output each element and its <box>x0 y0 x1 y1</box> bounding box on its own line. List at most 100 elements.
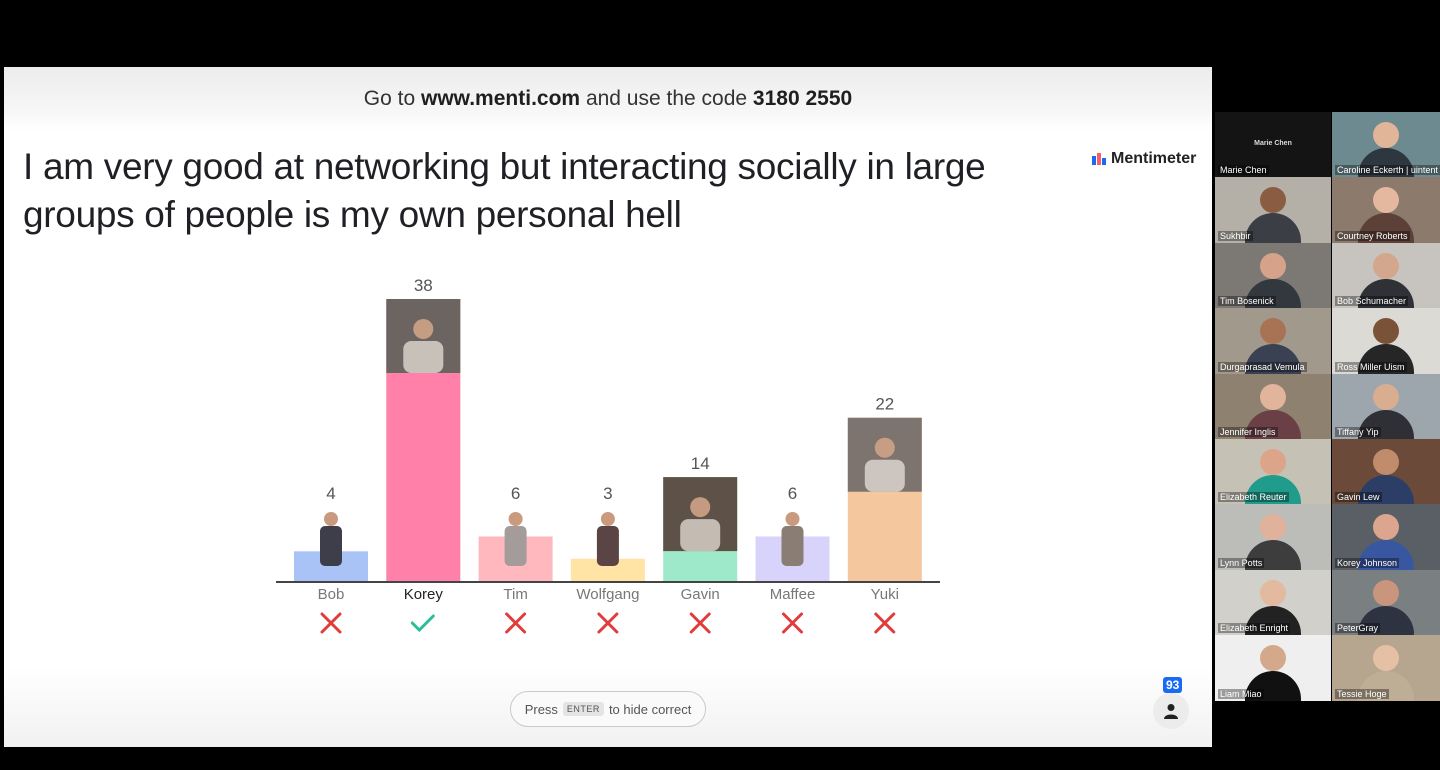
video-tile-name: Gavin Lew <box>1335 492 1382 503</box>
video-tile-name: Courtney Roberts <box>1335 230 1410 241</box>
video-tile[interactable]: Ross Miller Uism <box>1332 308 1440 374</box>
photo-figure-head <box>324 512 338 526</box>
incorrect-x-icon <box>505 612 527 634</box>
participant-face <box>1373 122 1399 148</box>
participant-face <box>1373 579 1399 606</box>
video-tile-name: Elizabeth Enright <box>1218 623 1291 634</box>
incorrect-x-icon <box>597 612 619 634</box>
video-tile[interactable]: Tessie Hoge <box>1332 635 1440 701</box>
video-tile[interactable]: Durgaprasad Vemula <box>1215 308 1331 374</box>
video-tile-name: Liam Miao <box>1218 688 1264 699</box>
category-label: Wolfgang <box>576 586 639 603</box>
video-tile-name: Durgaprasad Vemula <box>1218 361 1307 372</box>
video-tile-name: Korey Johnson <box>1335 557 1400 568</box>
enter-key: ENTER <box>562 702 604 716</box>
bar-value-label: 38 <box>414 276 433 295</box>
bar-value-label: 3 <box>603 484 612 503</box>
participant-face <box>1260 579 1286 606</box>
category-label: Yuki <box>871 586 899 603</box>
video-tile-name: Tessie Hoge <box>1335 688 1389 699</box>
video-tile[interactable]: Tiffany Yip <box>1332 373 1440 439</box>
participant-face <box>1373 252 1399 279</box>
category-label: Gavin <box>681 586 720 603</box>
photo-figure-body <box>864 459 905 492</box>
incorrect-x-icon <box>689 612 711 634</box>
video-tile[interactable]: Lynn Potts <box>1215 504 1331 570</box>
participants-widget[interactable]: 93 <box>1152 675 1192 729</box>
video-tile[interactable]: Elizabeth Enright <box>1215 569 1331 636</box>
video-tile-name: PeterGray <box>1335 623 1381 634</box>
incorrect-x-icon <box>782 612 803 634</box>
photo-figure-body <box>403 341 444 373</box>
video-tile-placeholder-name: Marie Chen <box>1254 140 1292 147</box>
video-tile-name: Elizabeth Reuter <box>1218 492 1289 503</box>
video-tile[interactable]: Bob Schumacher <box>1332 242 1440 309</box>
participant-face <box>1373 318 1399 345</box>
bar-value-label: 6 <box>788 484 797 503</box>
video-tile-name: Jennifer Inglis <box>1218 426 1278 437</box>
hint-press: Press <box>524 701 558 717</box>
video-tile-name: Sukhbir <box>1218 230 1253 241</box>
incorrect-x-icon <box>874 612 896 634</box>
participant-face <box>1373 383 1399 410</box>
video-tile-name: Bob Schumacher <box>1335 296 1409 307</box>
video-tile-name: Tiffany Yip <box>1335 426 1381 437</box>
video-tile[interactable]: Caroline Eckerth | uintent <box>1332 112 1440 178</box>
video-tile[interactable]: Marie Chen Marie Chen <box>1215 112 1331 178</box>
video-tile[interactable]: Korey Johnson <box>1332 504 1440 570</box>
video-participant-grid: Marie Chen Marie Chen Caroline Eckerth | u… <box>1215 112 1440 702</box>
participant-face <box>1260 448 1286 475</box>
photo-figure-head <box>508 512 523 526</box>
video-tile-name: Ross Miller Uism <box>1335 361 1407 372</box>
category-label: Tim <box>503 586 527 603</box>
category-label: Bob <box>318 586 345 603</box>
participant-face <box>1260 318 1286 345</box>
video-tile[interactable]: Sukhbir <box>1215 177 1331 243</box>
participant-face <box>1373 645 1399 672</box>
participant-face <box>1260 383 1286 410</box>
participant-face <box>1260 645 1286 672</box>
participant-face <box>1373 448 1399 475</box>
participant-count-badge: 93 <box>1163 677 1183 693</box>
category-label: Korey <box>404 586 444 603</box>
photo-figure-head <box>690 497 711 518</box>
photo-figure-head <box>413 319 434 339</box>
participant-face <box>1373 187 1399 214</box>
photo-figure-body <box>781 526 804 566</box>
video-tile[interactable]: Elizabeth Reuter <box>1215 438 1331 505</box>
participant-torso <box>1245 213 1301 243</box>
photo-figure-head <box>874 437 895 458</box>
photo-figure-body <box>596 526 619 566</box>
video-tile[interactable]: Tim Bosenick <box>1215 242 1331 309</box>
video-tile-name: Caroline Eckerth | uintent <box>1335 165 1440 176</box>
video-tile[interactable]: Jennifer Inglis <box>1215 373 1331 439</box>
photo-figure-body <box>320 526 342 566</box>
person-icon <box>1164 704 1178 719</box>
incorrect-x-icon <box>320 612 342 634</box>
photo-figure-head <box>600 512 615 526</box>
photo-figure-body <box>504 526 527 566</box>
category-label: Maffee <box>770 586 816 603</box>
results-bar-chart: 4 Bob 38 Korey 6 Tim 3 Wolfgang 14 Gavin 6 Maffee 22… <box>276 276 940 634</box>
participant-face <box>1260 187 1286 214</box>
photo-figure-body <box>680 519 721 552</box>
presentation-slide: Go to www.menti.com and use the code 318… <box>4 67 1212 747</box>
video-tile-name: Lynn Potts <box>1218 557 1265 568</box>
participant-face <box>1260 252 1286 279</box>
participant-face <box>1373 514 1399 541</box>
correct-check-icon <box>410 614 435 633</box>
video-tile[interactable]: Gavin Lew <box>1332 438 1440 505</box>
video-tile[interactable]: PeterGray <box>1332 569 1440 636</box>
participant-button[interactable] <box>1153 693 1189 729</box>
hide-correct-hint[interactable]: Press ENTER to hide correct <box>510 691 706 727</box>
bar-value-label: 22 <box>875 395 894 414</box>
participant-face <box>1260 514 1286 541</box>
photo-figure-head <box>785 512 800 526</box>
bar-value-label: 4 <box>326 484 335 503</box>
video-tile-name: Tim Bosenick <box>1218 296 1276 307</box>
bar-value-label: 14 <box>691 454 710 473</box>
video-tile-name: Marie Chen <box>1218 165 1269 176</box>
video-tile[interactable]: Liam Miao <box>1215 635 1331 701</box>
hint-action: to hide correct <box>608 701 692 717</box>
video-tile[interactable]: Courtney Roberts <box>1332 177 1440 243</box>
